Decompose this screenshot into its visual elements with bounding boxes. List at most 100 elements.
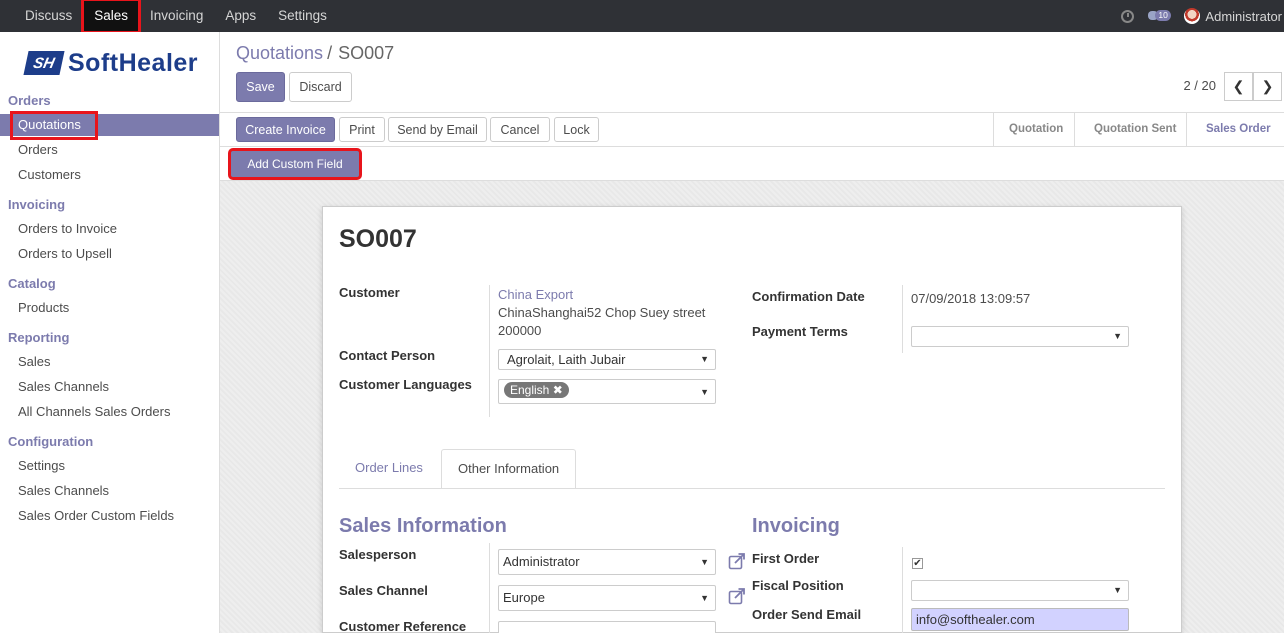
chevron-left-icon: ❮	[1232, 78, 1245, 94]
caret-down-icon: ▼	[1113, 331, 1122, 341]
sales-channel-label: Sales Channel	[339, 583, 428, 598]
send-by-email-button[interactable]: Send by Email	[388, 117, 487, 142]
lock-button[interactable]: Lock	[554, 117, 599, 142]
user-name: Administrator	[1205, 8, 1282, 24]
confirmation-date-value: 07/09/2018 13:09:57	[911, 291, 1031, 306]
stage-sales-order: Sales Order	[1206, 123, 1271, 135]
sidebar-item-quotations[interactable]: Quotations	[0, 111, 219, 140]
customer-label: Customer	[339, 285, 400, 300]
checkmark-icon: ✔	[913, 558, 922, 569]
menu-settings[interactable]: Settings	[267, 0, 338, 32]
sidebar-item-sales-order-custom-fields[interactable]: Sales Order Custom Fields	[18, 508, 174, 523]
payment-terms-label: Payment Terms	[752, 324, 848, 339]
stage-quotation[interactable]: Quotation	[1009, 113, 1063, 146]
sidebar-section-catalog: Catalog	[8, 276, 56, 291]
activity-clock-icon[interactable]	[1121, 9, 1135, 23]
create-invoice-button[interactable]: Create Invoice	[236, 117, 335, 142]
sidebar-item-all-channels-sales-orders[interactable]: All Channels Sales Orders	[18, 404, 170, 419]
sidebar-section-configuration: Configuration	[8, 434, 94, 449]
first-order-label: First Order	[752, 551, 820, 566]
sidebar-item-orders-to-invoice[interactable]: Orders to Invoice	[18, 221, 117, 236]
menu-invoicing[interactable]: Invoicing	[139, 0, 214, 32]
caret-down-icon: ▼	[700, 557, 709, 567]
discard-button[interactable]: Discard	[289, 72, 352, 102]
sidebar: SH SoftHealer Orders Quotations Orders C…	[0, 32, 220, 633]
logo-mark: SH	[23, 51, 65, 75]
sidebar-item-customers[interactable]: Customers	[18, 167, 81, 182]
sidebar-item-sales[interactable]: Sales	[18, 354, 51, 369]
contact-person-label: Contact Person	[339, 348, 436, 363]
customer-address-line1: ChinaShanghai52 Chop Suey street	[498, 305, 706, 320]
order-title: SO007	[339, 225, 417, 253]
stage-quotation-sent[interactable]: Quotation Sent	[1094, 113, 1176, 146]
fiscal-position-select[interactable]: ▼	[911, 580, 1129, 601]
customer-languages-select[interactable]: English ✖ ▼	[498, 379, 716, 404]
pager-next-button[interactable]: ❯	[1253, 72, 1282, 101]
payment-terms-select[interactable]: ▼	[911, 326, 1129, 347]
sidebar-item-products[interactable]: Products	[18, 300, 69, 315]
sidebar-item-orders-to-upsell[interactable]: Orders to Upsell	[18, 246, 112, 261]
menu-discuss[interactable]: Discuss	[14, 0, 83, 32]
messaging-icon[interactable]: 10	[1148, 9, 1171, 23]
sales-information-heading: Sales Information	[339, 515, 507, 537]
app-menu: Discuss Sales Invoicing Apps Settings	[14, 0, 338, 34]
customer-reference-label: Customer Reference	[339, 619, 467, 633]
customer-link[interactable]: China Export	[498, 287, 573, 302]
tab-divider	[339, 488, 1165, 489]
customer-address-line2: 200000	[498, 323, 542, 338]
sidebar-section-orders: Orders	[8, 93, 51, 108]
field-divider	[489, 285, 490, 417]
external-link-icon[interactable]	[728, 552, 746, 570]
customer-reference-input[interactable]	[498, 621, 716, 633]
remove-tag-icon[interactable]: ✖	[553, 383, 563, 397]
stage-arrow	[1175, 113, 1187, 146]
pager-value: 2 / 20	[1183, 78, 1216, 93]
language-tag-label: English	[510, 383, 550, 397]
sales-channel-select[interactable]: Europe ▼	[498, 585, 716, 611]
first-order-checkbox[interactable]: ✔	[912, 558, 923, 569]
sidebar-item-orders[interactable]: Orders	[18, 142, 58, 157]
menu-apps[interactable]: Apps	[214, 0, 267, 32]
logo-text: SoftHealer	[68, 48, 199, 77]
breadcrumb: Quotations / SO007	[236, 43, 394, 64]
tab-order-lines[interactable]: Order Lines	[339, 449, 439, 489]
user-menu[interactable]: Administrator	[1184, 8, 1282, 24]
softhealer-logo: SH SoftHealer	[23, 48, 199, 78]
chevron-right-icon: ❯	[1261, 78, 1274, 94]
field-divider	[489, 543, 490, 633]
fiscal-position-label: Fiscal Position	[752, 578, 844, 593]
breadcrumb-separator: /	[327, 43, 333, 63]
sidebar-item-settings[interactable]: Settings	[18, 458, 65, 473]
menu-sales[interactable]: Sales	[81, 0, 142, 34]
add-custom-field-button[interactable]: Add Custom Field	[228, 148, 362, 180]
pager-previous-button[interactable]: ❮	[1224, 72, 1253, 101]
cancel-button[interactable]: Cancel	[490, 117, 550, 142]
custom-field-bar: Add Custom Field	[220, 147, 1284, 181]
tab-other-information[interactable]: Other Information	[441, 449, 577, 489]
systray: 10 Administrator	[1121, 0, 1284, 32]
caret-down-icon: ▼	[700, 593, 709, 603]
field-divider	[902, 285, 903, 353]
salesperson-select[interactable]: Administrator ▼	[498, 549, 716, 575]
sidebar-item-sales-channels[interactable]: Sales Channels	[18, 379, 109, 394]
highlight-box	[10, 111, 98, 140]
customer-languages-label: Customer Languages	[339, 377, 472, 392]
breadcrumb-current: SO007	[338, 43, 395, 63]
print-button[interactable]: Print	[339, 117, 385, 142]
caret-down-icon: ▼	[700, 387, 709, 397]
save-button[interactable]: Save	[236, 72, 285, 102]
caret-down-icon: ▼	[1113, 585, 1122, 595]
order-send-email-input[interactable]: info@softhealer.com	[911, 608, 1129, 631]
salesperson-value: Administrator	[503, 554, 580, 569]
salesperson-label: Salesperson	[339, 547, 417, 562]
field-divider	[902, 547, 903, 633]
avatar	[1184, 8, 1201, 24]
breadcrumb-quotations[interactable]: Quotations	[236, 43, 323, 63]
external-link-icon[interactable]	[728, 587, 746, 605]
contact-person-select[interactable]: Agrolait, Laith Jubair ▼	[498, 349, 716, 370]
sidebar-item-config-sales-channels[interactable]: Sales Channels	[18, 483, 109, 498]
confirmation-date-label: Confirmation Date	[752, 289, 865, 304]
contact-person-value: Agrolait, Laith Jubair	[507, 352, 626, 367]
sidebar-section-reporting: Reporting	[8, 330, 70, 345]
sidebar-section-invoicing: Invoicing	[8, 197, 66, 212]
